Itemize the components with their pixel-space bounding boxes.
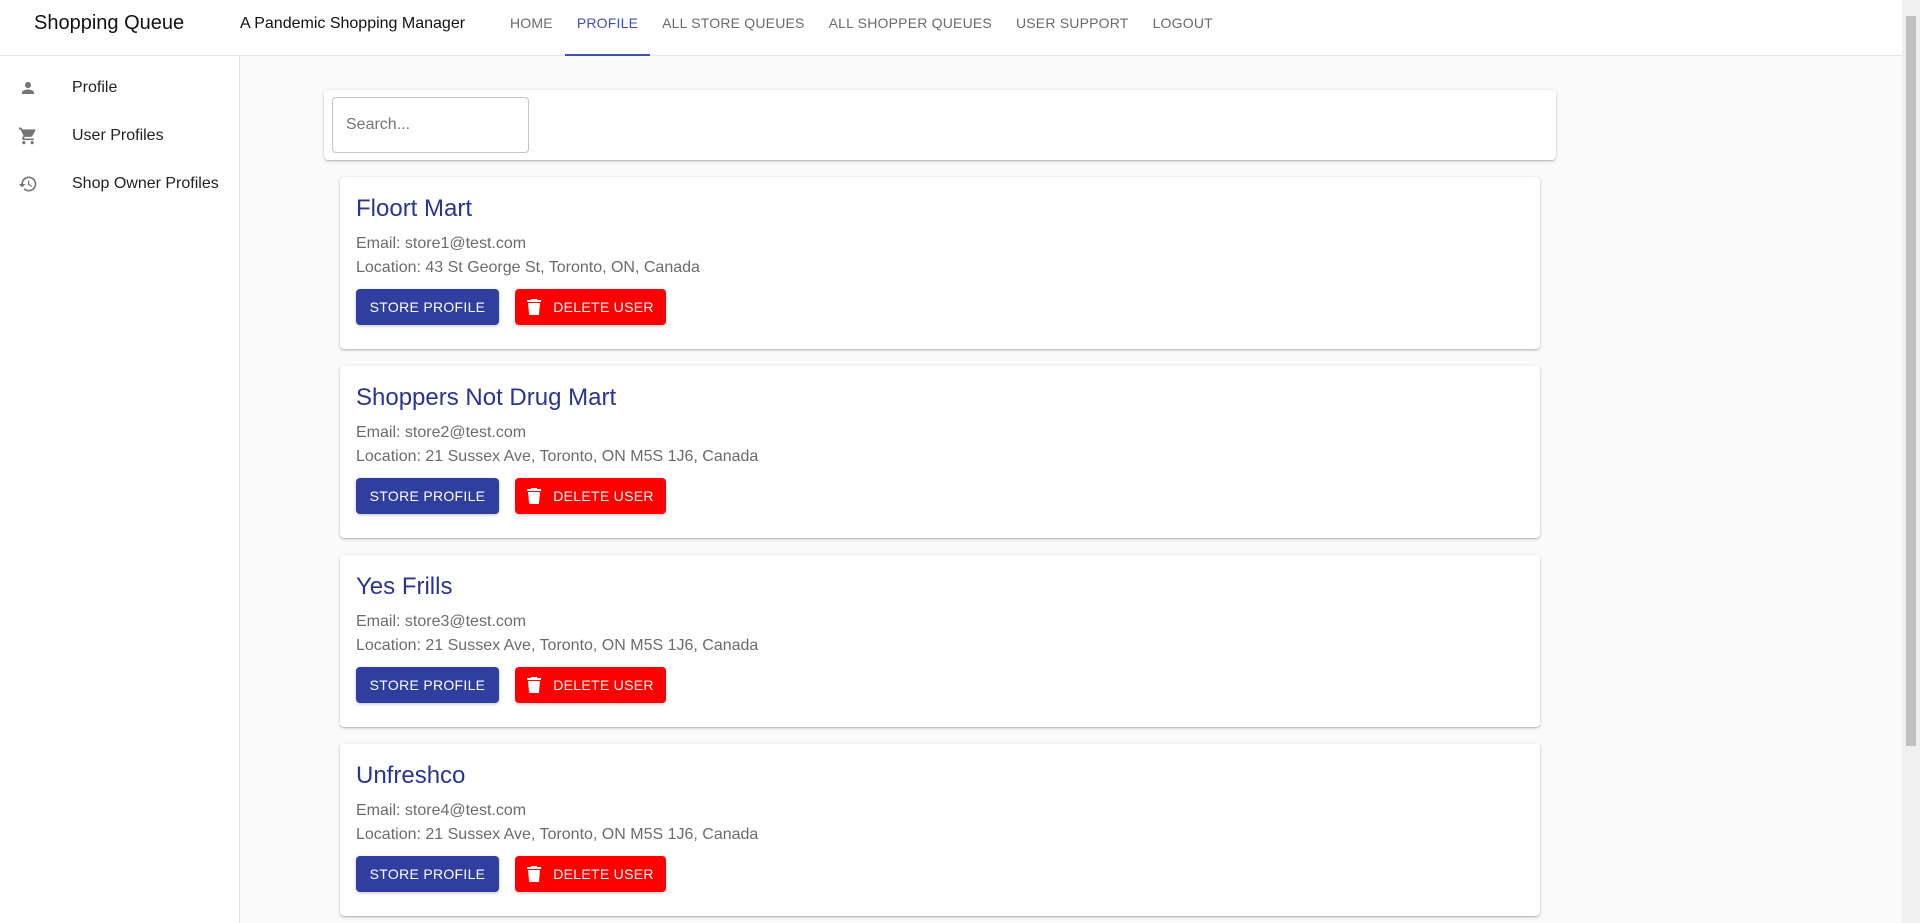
nav-logout[interactable]: LOGOUT (1141, 0, 1225, 56)
app-tagline: A Pandemic Shopping Manager (240, 15, 466, 32)
store-name: Floort Mart (356, 195, 473, 222)
store-location: Location: 43 St George St, Toronto, ON, … (356, 259, 700, 276)
history-icon (18, 174, 38, 194)
store-email: Email: store4@test.com (356, 802, 527, 819)
delete-user-button[interactable]: DELETE USER (515, 856, 666, 892)
nav-profile[interactable]: PROFILE (564, 0, 651, 56)
sidebar: Profile User Profiles Shop Owner Profile… (0, 56, 240, 923)
delete-user-label: DELETE USER (553, 866, 654, 882)
store-profile-button[interactable]: STORE PROFILE (356, 856, 499, 892)
trash-icon (527, 488, 542, 504)
store-profile-button[interactable]: STORE PROFILE (356, 289, 499, 325)
store-location: Location: 21 Sussex Ave, Toronto, ON M5S… (356, 826, 759, 843)
person-icon (18, 78, 38, 98)
trash-icon (527, 299, 542, 315)
delete-user-label: DELETE USER (553, 299, 654, 315)
nav-home[interactable]: HOME (498, 0, 565, 56)
sidebar-item-label: User Profiles (72, 127, 164, 144)
search-panel (324, 90, 1556, 160)
store-profile-button[interactable]: STORE PROFILE (356, 667, 499, 703)
store-card: Yes Frills Email: store3@test.com Locati… (340, 555, 1540, 727)
scrollbar-thumb[interactable] (1906, 16, 1916, 746)
delete-user-button[interactable]: DELETE USER (515, 667, 666, 703)
sidebar-item-profile[interactable]: Profile (0, 64, 239, 112)
delete-user-button[interactable]: DELETE USER (515, 289, 666, 325)
store-profile-button[interactable]: STORE PROFILE (356, 478, 499, 514)
trash-icon (527, 677, 542, 693)
sidebar-item-label: Profile (72, 79, 118, 96)
store-card: Floort Mart Email: store1@test.com Locat… (340, 177, 1540, 349)
delete-user-label: DELETE USER (553, 488, 654, 504)
store-card: Unfreshco Email: store4@test.com Locatio… (340, 744, 1540, 916)
store-location: Location: 21 Sussex Ave, Toronto, ON M5S… (356, 637, 759, 654)
delete-user-label: DELETE USER (553, 677, 654, 693)
delete-user-button[interactable]: DELETE USER (515, 478, 666, 514)
page-scrollbar[interactable] (1902, 0, 1920, 923)
sidebar-item-shop-owner-profiles[interactable]: Shop Owner Profiles (0, 160, 239, 208)
store-email: Email: store1@test.com (356, 235, 527, 252)
store-name: Shoppers Not Drug Mart (356, 384, 617, 411)
trash-icon (527, 866, 542, 882)
store-email: Email: store2@test.com (356, 424, 527, 441)
main-content: Floort Mart Email: store1@test.com Locat… (240, 56, 1902, 923)
shopping-cart-icon (18, 126, 38, 146)
nav-all-store-queues[interactable]: ALL STORE QUEUES (650, 0, 816, 56)
store-card: Shoppers Not Drug Mart Email: store2@tes… (340, 366, 1540, 538)
nav-user-support[interactable]: USER SUPPORT (1004, 0, 1141, 56)
brand-title[interactable]: Shopping Queue (34, 12, 184, 35)
search-input[interactable] (332, 97, 529, 153)
sidebar-item-label: Shop Owner Profiles (72, 175, 219, 192)
top-nav: HOME PROFILE ALL STORE QUEUES ALL SHOPPE… (498, 0, 1225, 56)
sidebar-item-user-profiles[interactable]: User Profiles (0, 112, 239, 160)
store-email: Email: store3@test.com (356, 613, 527, 630)
store-location: Location: 21 Sussex Ave, Toronto, ON M5S… (356, 448, 759, 465)
store-name: Yes Frills (356, 573, 453, 600)
app-bar: Shopping Queue A Pandemic Shopping Manag… (0, 0, 1902, 56)
nav-all-shopper-queues[interactable]: ALL SHOPPER QUEUES (817, 0, 1004, 56)
store-name: Unfreshco (356, 762, 466, 789)
